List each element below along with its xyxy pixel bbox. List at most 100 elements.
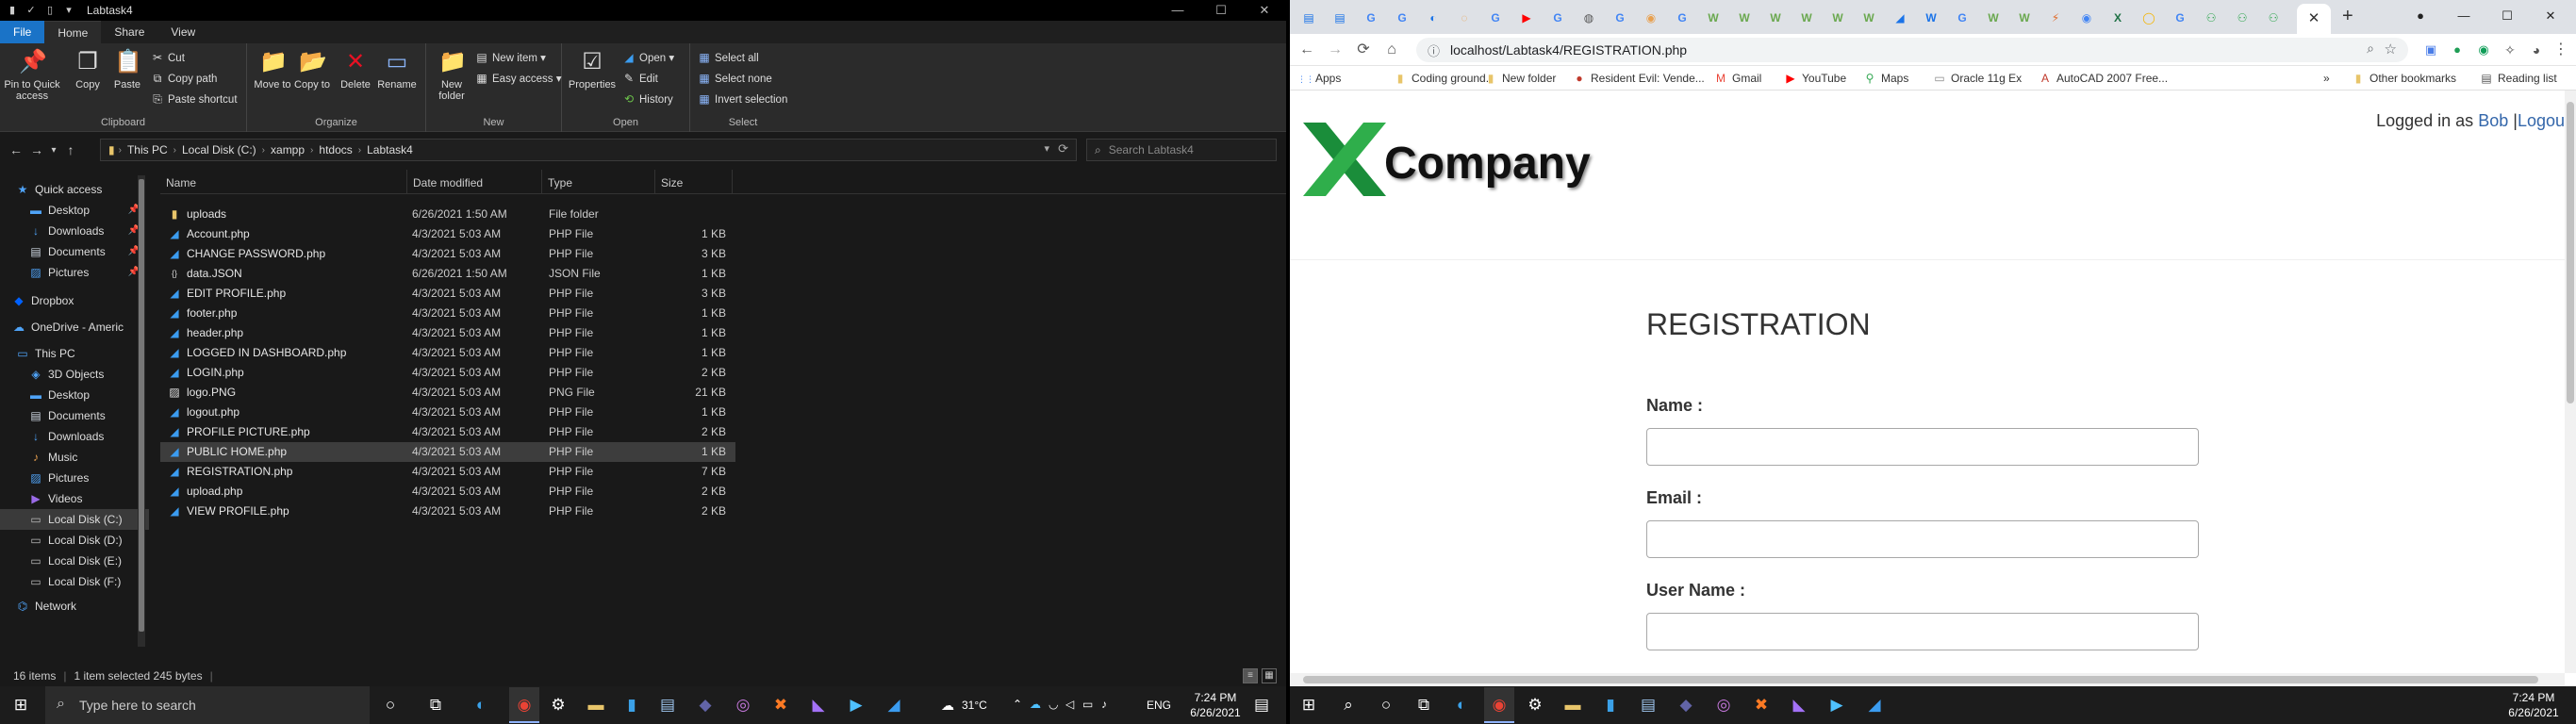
bookmark-item[interactable]: ⚲ Maps	[1863, 70, 1909, 87]
details-view-icon[interactable]: ≡	[1243, 668, 1258, 683]
nav-item-downloads[interactable]: ↓ Downloads	[0, 426, 149, 447]
tab-icon[interactable]: ◯	[2136, 8, 2162, 28]
paste-shortcut-button[interactable]: ⎘ Paste shortcut	[151, 90, 237, 107]
nav-item-pictures[interactable]: ▨ Pictures	[0, 468, 149, 488]
breadcrumb-this-pc[interactable]: This PC	[127, 143, 168, 156]
file-row[interactable]: ◢ EDIT PROFILE.php 4/3/2021 5:03 AM PHP Fil…	[160, 284, 735, 304]
file-row[interactable]: ◢ PROFILE PICTURE.php 4/3/2021 5:03 AM PHP …	[160, 422, 735, 442]
recent-locations-icon[interactable]: ▾	[47, 145, 60, 156]
nav-item-network[interactable]: ⌬ Network	[0, 596, 149, 617]
file-row[interactable]: ▮ uploads 6/26/2021 1:50 AM File folder	[160, 205, 735, 224]
tab-icon[interactable]: ◉	[1638, 8, 1664, 28]
google-tab-icon[interactable]: G	[1544, 8, 1571, 28]
notes-app-icon[interactable]: ▮	[1599, 694, 1622, 716]
username-input[interactable]	[1646, 613, 2199, 650]
breadcrumb-xampp[interactable]: xampp	[271, 143, 305, 156]
xampp-icon[interactable]: ✖	[769, 694, 792, 716]
chrome-forward-icon[interactable]: →	[1324, 40, 1346, 60]
search-input[interactable]: ⌕ Search Labtask4	[1086, 139, 1277, 161]
address-dropdown-icon[interactable]: ▾	[1044, 142, 1049, 155]
scrollbar-thumb[interactable]	[2567, 102, 2574, 403]
visual-studio-icon[interactable]: ◣	[1788, 694, 1810, 716]
nav-item-videos[interactable]: ▶ Videos	[0, 488, 149, 509]
task-view-icon[interactable]: ⧉	[1412, 694, 1435, 716]
bookmark-star-icon[interactable]: ☆	[2385, 41, 2397, 58]
column-header-date[interactable]: Date modified	[407, 170, 542, 194]
profile-avatar[interactable]: ◕	[2525, 40, 2548, 60]
onedrive-tray-icon[interactable]: ☁	[1030, 698, 1041, 711]
rename-button[interactable]: ▭ Rename	[375, 49, 419, 90]
tray-chevron-up-icon[interactable]: ⌃	[1013, 698, 1022, 711]
network-wifi-icon[interactable]: ◡	[1049, 698, 1058, 711]
breadcrumb-local-disk-c[interactable]: Local Disk (C:)	[182, 143, 256, 156]
nav-item-local-disk-f[interactable]: ▭ Local Disk (F:)	[0, 571, 149, 592]
bookmark-item[interactable]: ▮ New folder	[1484, 70, 1557, 87]
w3schools-tab-icon[interactable]: W	[1731, 8, 1758, 28]
tab-home[interactable]: Home	[44, 21, 102, 43]
tab-icon[interactable]: ◢	[1887, 8, 1913, 28]
tab-icon[interactable]: ◉	[2073, 8, 2100, 28]
copy-path-button[interactable]: ⧉ Copy path	[151, 70, 218, 87]
paste-button[interactable]: 📋 Paste	[106, 49, 149, 90]
column-header-name[interactable]: Name	[160, 170, 407, 194]
history-button[interactable]: ⟲ History	[622, 90, 673, 107]
select-none-button[interactable]: ▦ Select none	[698, 70, 771, 87]
excel-tab-icon[interactable]: X	[2105, 8, 2131, 28]
logout-link[interactable]: Logou	[2518, 111, 2565, 130]
file-row[interactable]: ◢ LOGIN.php 4/3/2021 5:03 AM PHP File 2 KB	[160, 363, 735, 383]
chrome-reload-icon[interactable]: ⟳	[1352, 40, 1375, 60]
address-box[interactable]: ▮ › This PC › Local Disk (C:) › xampp › …	[100, 139, 1077, 161]
file-row[interactable]: ◢ upload.php 4/3/2021 5:03 AM PHP File 2 KB	[160, 482, 735, 502]
docs-tab-icon[interactable]: ▤	[1327, 8, 1353, 28]
chrome-menu-icon[interactable]: ⋮	[2550, 40, 2572, 60]
file-explorer-taskbar-icon[interactable]: ▬	[1561, 694, 1584, 716]
w3schools-tab-icon[interactable]: W	[1700, 8, 1726, 28]
dropdown-arrow-icon[interactable]: ▾	[62, 4, 75, 17]
nav-item-this-pc[interactable]: ▭ This PC	[0, 343, 149, 364]
cut-button[interactable]: ✂ Cut	[151, 49, 185, 66]
file-row[interactable]: ◢ REGISTRATION.php 4/3/2021 5:03 AM PHP Fil…	[160, 462, 735, 482]
breadcrumb-htdocs[interactable]: htdocs	[319, 143, 352, 156]
w3schools-tab-icon[interactable]: W	[1793, 8, 1820, 28]
other-bookmarks[interactable]: ▮ Other bookmarks	[2352, 70, 2456, 87]
file-row[interactable]: ◢ Account.php 4/3/2021 5:03 AM PHP File 1 KB	[160, 224, 735, 244]
tab-icon[interactable]: ⚡	[2042, 8, 2069, 28]
notepad-icon[interactable]: ▤	[1637, 694, 1660, 716]
chrome-maximize-button[interactable]: ☐	[2485, 0, 2529, 32]
nav-item-downloads[interactable]: ↓ Downloads 📌	[0, 221, 149, 241]
google-tab-icon[interactable]: G	[1607, 8, 1633, 28]
edge-icon[interactable]: ◐	[1450, 694, 1473, 716]
page-horizontal-scrollbar[interactable]	[1290, 673, 2565, 686]
file-row[interactable]: ◢ LOGGED IN DASHBOARD.php 4/3/2021 5:03 AM…	[160, 343, 735, 363]
file-row[interactable]: ▨ logo.PNG 4/3/2021 5:03 AM PNG File 21 KB	[160, 383, 735, 403]
task-view-icon[interactable]: ⧉	[424, 694, 447, 716]
teams-icon[interactable]: ◆	[1675, 694, 1697, 716]
file-row[interactable]: ◢ CHANGE PASSWORD.php 4/3/2021 5:03 AM PHP …	[160, 244, 735, 264]
weather-temperature[interactable]: 31°C	[962, 699, 987, 712]
forward-arrow-icon[interactable]: →	[26, 142, 47, 157]
close-button[interactable]: ✕	[1243, 0, 1286, 21]
select-all-button[interactable]: ▦ Select all	[698, 49, 758, 66]
extensions-puzzle-icon[interactable]: ✧	[2499, 40, 2521, 60]
tab-view[interactable]: View	[157, 21, 208, 43]
back-arrow-icon[interactable]: ←	[6, 142, 26, 157]
nav-item-desktop[interactable]: ▬ Desktop 📌	[0, 200, 149, 221]
windows-start-icon[interactable]: ⊞	[1297, 694, 1320, 716]
bookmark-item[interactable]: ▶ YouTube	[1784, 70, 1846, 87]
settings-gear-icon[interactable]: ⚙	[1524, 694, 1546, 716]
translate-extension-icon[interactable]: ▣	[2419, 40, 2442, 60]
edit-button[interactable]: ✎ Edit	[622, 70, 658, 87]
docs-tab-icon[interactable]: ▤	[1296, 8, 1322, 28]
visual-studio-icon[interactable]: ◣	[807, 694, 830, 716]
new-tab-plus-icon[interactable]: +	[2342, 6, 2353, 27]
settings-gear-icon[interactable]: ⚙	[547, 694, 570, 716]
nav-item-local-disk-e[interactable]: ▭ Local Disk (E:)	[0, 551, 149, 571]
refresh-icon[interactable]: ⟳	[1058, 141, 1068, 156]
notes-app-icon[interactable]: ▮	[620, 694, 643, 716]
volume-icon[interactable]: ◁	[1065, 698, 1074, 711]
name-input[interactable]	[1646, 428, 2199, 466]
column-header-type[interactable]: Type	[542, 170, 655, 194]
weather-cloud-icon[interactable]: ☁	[941, 698, 954, 714]
info-icon[interactable]: ⓘ	[1428, 41, 1440, 59]
google-tab-icon[interactable]: G	[1949, 8, 1975, 28]
